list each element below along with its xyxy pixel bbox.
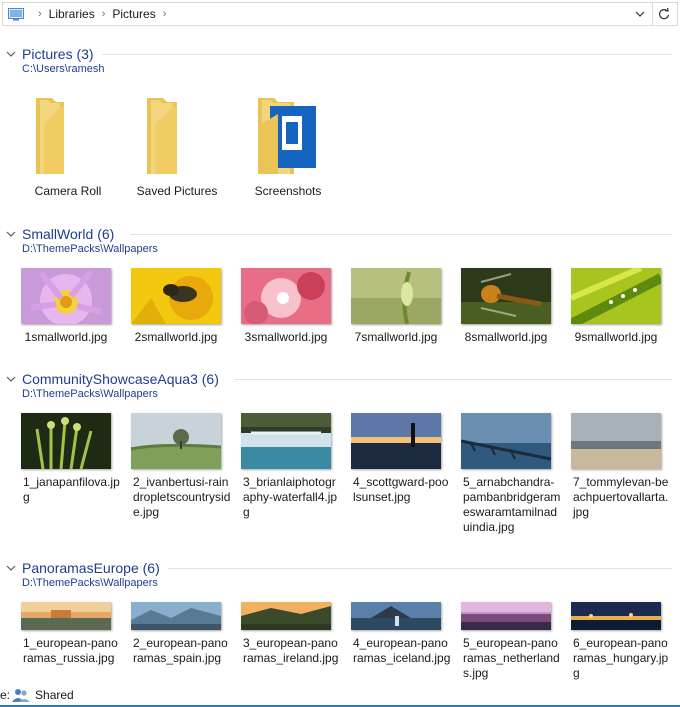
group-header[interactable]: SmallWorld (6) — [6, 224, 114, 244]
group-title: CommunityShowcaseAqua3 (6) — [22, 371, 219, 387]
refresh-icon — [659, 8, 670, 20]
thumbnail — [21, 413, 111, 469]
file-label: 1smallworld.jpg — [24, 330, 108, 344]
chevron-right-icon[interactable]: › — [38, 8, 42, 20]
breadcrumb: › Libraries › Pictures › — [31, 3, 173, 25]
thumbnail — [461, 602, 551, 630]
chevron-right-icon[interactable]: › — [102, 8, 106, 20]
chevron-right-icon[interactable]: › — [163, 8, 167, 20]
group-path: D:\ThemePacks\Wallpapers — [22, 577, 158, 589]
folder-icon — [147, 98, 177, 174]
breadcrumb-libraries[interactable]: Libraries — [49, 7, 95, 21]
group-path: C:\Users\ramesh — [22, 63, 105, 75]
chevron-down-icon — [635, 11, 645, 17]
chevron-down-icon — [6, 376, 16, 382]
group-divider — [102, 54, 672, 55]
thumbnail — [461, 268, 551, 324]
group-communityshowcaseaqua3: CommunityShowcaseAqua3 (6) D:\ThemePacks… — [0, 369, 680, 549]
file-label: 8smallworld.jpg — [464, 330, 548, 344]
thumbnail — [241, 413, 331, 469]
thumbnail — [571, 602, 661, 630]
file-label: 2_ivanbertusi-raindropletscountryside.jp… — [133, 475, 231, 519]
group-title: Pictures (3) — [22, 46, 94, 62]
group-path: D:\ThemePacks\Wallpapers — [22, 243, 158, 255]
pc-icon — [8, 8, 24, 21]
file-label: 7smallworld.jpg — [354, 330, 438, 344]
file-label: 2smallworld.jpg — [134, 330, 218, 344]
thumbnail — [241, 268, 331, 324]
group-title: SmallWorld (6) — [22, 226, 115, 242]
folder-label: Saved Pictures — [136, 184, 218, 198]
refresh-button[interactable] — [652, 3, 675, 25]
file-label: 5_european-panoramas_netherlands.jpg — [463, 636, 560, 680]
file-label: 2_european-panoramas_spain.jpg — [133, 636, 228, 665]
folder-label: Screenshots — [254, 184, 322, 198]
breadcrumb-pictures[interactable]: Pictures — [112, 7, 155, 21]
file-label: 1_european-panoramas_russia.jpg — [23, 636, 118, 665]
screenshots-folder-icon — [258, 98, 316, 174]
group-header[interactable]: CommunityShowcaseAqua3 (6) — [6, 369, 219, 389]
thumbnail — [131, 602, 221, 630]
group-divider — [168, 568, 672, 569]
thumbnail — [351, 268, 441, 324]
group-divider — [130, 234, 672, 235]
status-bar: e: Shared — [0, 686, 74, 704]
folder-icon — [36, 98, 64, 174]
address-bar[interactable]: › Libraries › Pictures › — [2, 2, 678, 26]
file-label: 9smallworld.jpg — [574, 330, 658, 344]
thumbnail — [131, 268, 221, 324]
group-header[interactable]: Pictures (3) — [6, 44, 94, 64]
folder-label: Camera Roll — [34, 184, 102, 198]
file-label: 6_european-panoramas_hungary.jpg — [573, 636, 669, 680]
thumbnail — [131, 413, 221, 469]
thumbnail — [351, 413, 441, 469]
file-label: 3_brianlaiphotography-waterfall4.jpg — [243, 475, 338, 519]
thumbnail — [571, 413, 661, 469]
thumbnail — [241, 602, 331, 630]
file-label: 4_european-panoramas_iceland.jpg — [353, 636, 451, 665]
thumbnail — [351, 602, 441, 630]
file-label: 5_arnabchandra-pambanbridgerameswaramtam… — [463, 475, 561, 534]
thumbnail — [21, 602, 111, 630]
status-prefix: e: — [0, 688, 11, 702]
thumbnail — [21, 268, 111, 324]
address-history-dropdown[interactable] — [629, 3, 651, 25]
thumbnail — [461, 413, 551, 469]
group-pictures: Pictures (3) C:\Users\ramesh Camera Roll… — [0, 44, 680, 204]
chevron-down-icon — [6, 565, 16, 571]
file-label: 3smallworld.jpg — [244, 330, 328, 344]
group-path: D:\ThemePacks\Wallpapers — [22, 388, 158, 400]
group-divider — [234, 379, 672, 380]
file-label: 1_janapanfilova.jpg — [23, 475, 120, 504]
shared-users-icon — [12, 689, 31, 702]
thumbnail — [571, 268, 661, 324]
group-smallworld: SmallWorld (6) D:\ThemePacks\Wallpapers … — [0, 224, 680, 354]
chevron-down-icon — [6, 231, 16, 237]
group-title: PanoramasEurope (6) — [22, 560, 160, 576]
status-shared-text: Shared — [35, 688, 74, 702]
group-panoramaseurope: PanoramasEurope (6) D:\ThemePacks\Wallpa… — [0, 558, 680, 683]
file-label: 3_european-panoramas_ireland.jpg — [243, 636, 339, 665]
group-header[interactable]: PanoramasEurope (6) — [6, 558, 160, 578]
file-label: 4_scottgward-poolsunset.jpg — [353, 475, 449, 504]
chevron-down-icon — [6, 51, 16, 57]
file-label: 7_tommylevan-beachpuertovallarta.jpg — [573, 475, 669, 519]
